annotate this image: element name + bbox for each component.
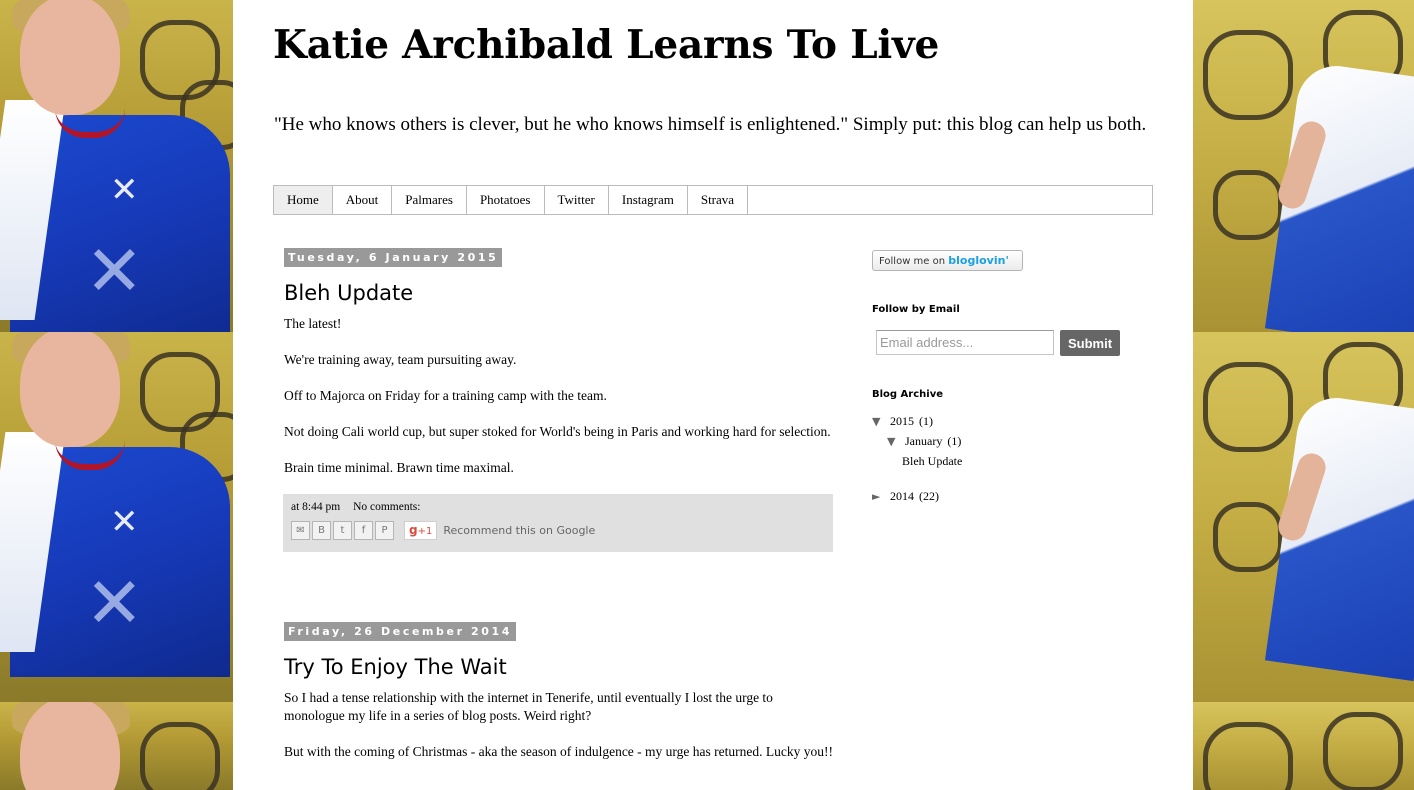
post-footer-line: at 8:44 pm No comments: (291, 500, 825, 514)
archive-count: (22) (919, 489, 939, 503)
post-paragraph: But with the coming of Christmas - aka t… (284, 744, 833, 759)
post-title[interactable]: Try To Enjoy The Wait (284, 655, 834, 679)
pinterest-icon[interactable]: P (375, 521, 394, 540)
blogger-icon[interactable]: B (312, 521, 331, 540)
page-tabs: Home About Palmares Photatoes Twitter In… (273, 185, 1153, 215)
post-date-header: Tuesday, 6 January 2015 (284, 248, 503, 267)
tab-photatoes[interactable]: Photatoes (467, 186, 545, 214)
post-footer: at 8:44 pm No comments: ✉ B t f P g+1 Re… (283, 494, 833, 552)
post-paragraph: So I had a tense relationship with the i… (284, 690, 773, 723)
archive-year-link[interactable]: 2014 (890, 489, 914, 503)
tab-about[interactable]: About (333, 186, 393, 214)
archive-count: (1) (947, 434, 962, 448)
tab-palmares[interactable]: Palmares (392, 186, 467, 214)
post-paragraph: Brain time minimal. Brawn time maximal. (284, 460, 514, 475)
post-paragraph: Off to Majorca on Friday for a training … (284, 388, 607, 403)
email-icon[interactable]: ✉ (291, 521, 310, 540)
post-timestamp[interactable]: at 8:44 pm (291, 501, 340, 513)
comments-link[interactable]: No comments: (353, 501, 420, 513)
recommend-label: Recommend this on Google (443, 524, 596, 537)
bloglovin-logo: bloglovin' (948, 254, 1009, 267)
bloglovin-prefix: Follow me on (879, 256, 946, 267)
archive-year-2015: ▼ 2015 (1) (872, 413, 933, 430)
archive-year-2014: ► 2014 (22) (872, 488, 939, 505)
background-photo-left-3 (0, 702, 233, 790)
background-photo-left-1: ✕ ✕ (0, 0, 233, 332)
bloglovin-follow-button[interactable]: Follow me on bloglovin' (872, 250, 1023, 271)
post-body: The latest! We're training away, team pu… (284, 315, 834, 477)
tab-twitter[interactable]: Twitter (545, 186, 609, 214)
triangle-down-icon[interactable]: ▼ (887, 434, 901, 450)
background-photo-right-1 (1193, 0, 1414, 332)
facebook-icon[interactable]: f (354, 521, 373, 540)
twitter-icon[interactable]: t (333, 521, 352, 540)
background-photo-right-2 (1193, 332, 1414, 702)
tab-strava[interactable]: Strava (688, 186, 749, 214)
post: Tuesday, 6 January 2015 Bleh Update The … (283, 246, 834, 552)
triangle-down-icon[interactable]: ▼ (872, 414, 886, 430)
follow-by-email-heading: Follow by Email (872, 304, 960, 315)
post-body: So I had a tense relationship with the i… (284, 689, 834, 761)
archive-count: (1) (919, 414, 933, 428)
tab-instagram[interactable]: Instagram (609, 186, 688, 214)
share-buttons: ✉ B t f P g+1 Recommend this on Google (291, 521, 825, 540)
archive-month-january: ▼ January (1) (887, 433, 961, 450)
blog-title[interactable]: Katie Archibald Learns To Live (273, 22, 939, 68)
archive-month-link[interactable]: January (905, 434, 942, 448)
google-plus-one-button[interactable]: g+1 (404, 521, 438, 540)
blog-archive-heading: Blog Archive (872, 389, 944, 400)
content-column: Katie Archibald Learns To Live "He who k… (233, 0, 1193, 790)
post-paragraph: We're training away, team pursuiting awa… (284, 352, 517, 367)
blog-description: "He who knows others is clever, but he w… (274, 114, 1147, 135)
post-date-header: Friday, 26 December 2014 (284, 622, 517, 641)
background-photo-right-3 (1193, 702, 1414, 790)
background-photo-left-2: ✕ ✕ (0, 332, 233, 702)
post: Friday, 26 December 2014 Try To Enjoy Th… (284, 620, 834, 779)
submit-button[interactable]: Submit (1060, 330, 1120, 356)
triangle-right-icon[interactable]: ► (872, 489, 886, 505)
gplus-label: +1 (417, 526, 433, 537)
archive-year-link[interactable]: 2015 (890, 414, 914, 428)
post-paragraph: Not doing Cali world cup, but super stok… (284, 424, 831, 439)
post-title[interactable]: Bleh Update (284, 281, 834, 305)
tab-home[interactable]: Home (274, 186, 333, 214)
archive-post-link[interactable]: Bleh Update (902, 453, 962, 469)
email-field[interactable] (876, 330, 1054, 355)
post-paragraph: The latest! (284, 316, 342, 331)
